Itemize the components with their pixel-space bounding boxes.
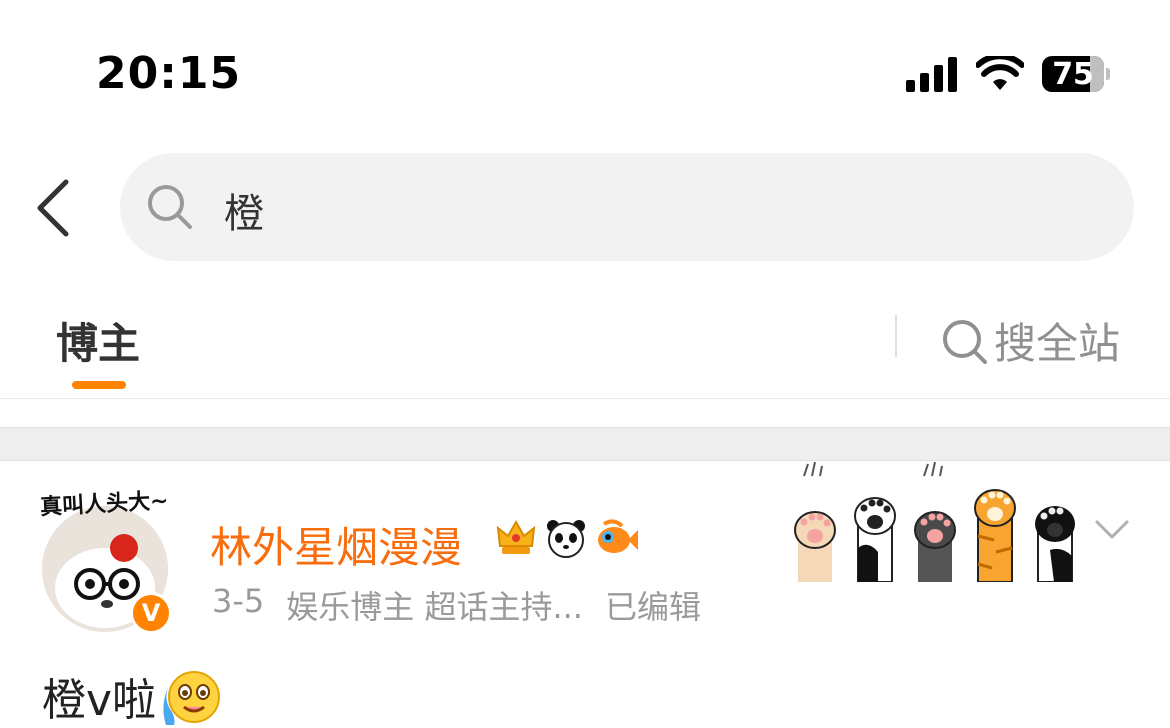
author-tags: 娱乐博主 超话主持... (286, 588, 583, 626)
back-button[interactable] (30, 176, 78, 240)
tab-active-indicator (72, 381, 126, 389)
status-icons: 75 (906, 54, 1110, 94)
search-icon (148, 185, 192, 229)
post-text: 橙v啦 (42, 675, 157, 726)
search-all-button[interactable]: 搜全站 (940, 310, 1120, 371)
crown-icon (496, 519, 536, 554)
chevron-down-icon[interactable] (1094, 518, 1130, 542)
divider (0, 398, 1170, 399)
author-badges (494, 516, 638, 560)
search-query: 橙 (224, 191, 264, 237)
post-date: 3-5 (212, 582, 265, 620)
crying-happy-emoji-icon (163, 671, 221, 725)
post-meta: 3-5 娱乐博主 超话主持... 已编辑 (212, 582, 701, 628)
tab-bozhu[interactable]: 博主 (56, 310, 140, 371)
verified-badge: V (130, 592, 172, 634)
avatar[interactable]: 真叫人头大~ V (38, 489, 172, 634)
wifi-icon (976, 56, 1024, 90)
battery-icon: 75 (1042, 55, 1110, 93)
section-gap (0, 427, 1170, 461)
battery-level: 75 (1052, 56, 1094, 92)
status-time: 20:15 (96, 48, 242, 99)
edited-label: 已编辑 (604, 588, 701, 626)
cat-paws-decoration-icon (794, 462, 1075, 582)
author-name[interactable]: 林外星烟漫漫 (210, 514, 462, 575)
fish-icon (598, 519, 638, 553)
search-all-label: 搜全站 (994, 319, 1121, 368)
search-input[interactable]: 橙 (120, 153, 1134, 261)
tab-divider (895, 315, 897, 357)
signal-icon (906, 57, 957, 92)
post-content: 橙v啦 (42, 664, 224, 728)
avatar-caption: 真叫人头大~ (39, 488, 170, 521)
search-icon (943, 319, 987, 364)
panda-icon (547, 520, 585, 558)
